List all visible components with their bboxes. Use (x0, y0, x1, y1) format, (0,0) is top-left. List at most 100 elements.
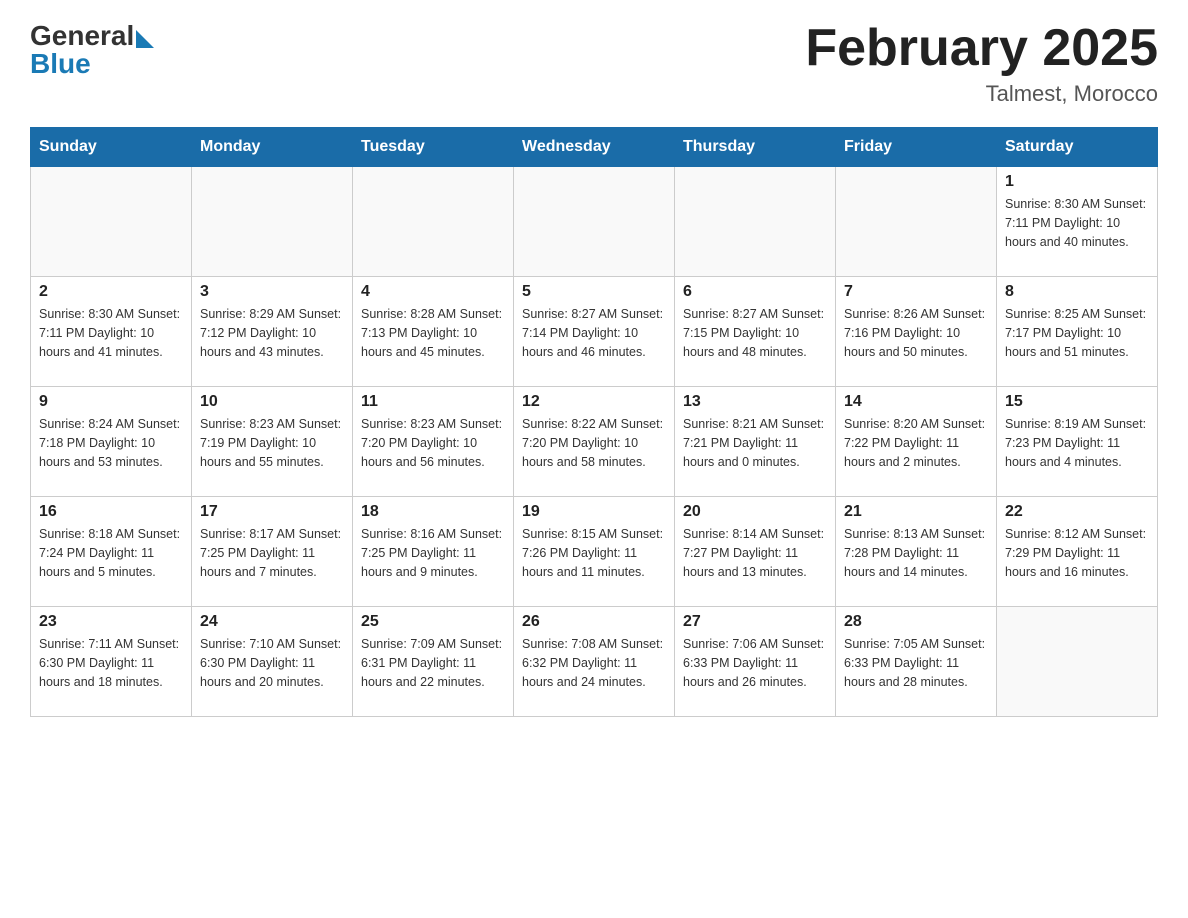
day-number: 5 (522, 283, 666, 301)
calendar-week-row: 9 Sunrise: 8:24 AM Sunset: 7:18 PM Daylig… (31, 387, 1158, 497)
calendar-week-row: 23 Sunrise: 7:11 AM Sunset: 6:30 PM Dayli… (31, 607, 1158, 717)
calendar-day-cell: 13Sunrise: 8:21 AM Sunset: 7:21 PM Dayli… (675, 387, 836, 497)
calendar-day-cell (675, 167, 836, 277)
calendar-day-cell: 21Sunrise: 8:13 AM Sunset: 7:28 PM Dayli… (836, 497, 997, 607)
calendar-day-cell (997, 607, 1158, 717)
logo-blue-text: Blue (30, 48, 91, 80)
day-info: Sunrise: 8:22 AM Sunset: 7:20 PM Dayligh… (522, 415, 666, 471)
day-number: 26 (522, 613, 666, 631)
day-info: Sunrise: 8:23 AM Sunset: 7:19 PM Dayligh… (200, 415, 344, 471)
logo-arrow-icon (136, 30, 154, 48)
day-number: 8 (1005, 283, 1149, 301)
calendar-day-cell: 16 Sunrise: 8:18 AM Sunset: 7:24 PM Dayli… (31, 497, 192, 607)
day-info: Sunrise: 8:19 AM Sunset: 7:23 PM Dayligh… (1005, 415, 1149, 471)
day-number: 1 (1005, 173, 1149, 191)
day-number: 10 (200, 393, 344, 411)
day-number: 20 (683, 503, 827, 521)
day-info: Sunrise: 8:20 AM Sunset: 7:22 PM Dayligh… (844, 415, 988, 471)
day-number: 3 (200, 283, 344, 301)
day-number: 11 (361, 393, 505, 411)
day-of-week-header: Tuesday (353, 128, 514, 167)
day-number: 7 (844, 283, 988, 301)
day-of-week-header: Monday (192, 128, 353, 167)
title-block: February 2025 Talmest, Morocco (805, 20, 1158, 107)
calendar-day-cell: 28 Sunrise: 7:05 AM Sunset: 6:33 PM Dayli… (836, 607, 997, 717)
calendar-day-cell: 5 Sunrise: 8:27 AM Sunset: 7:14 PM Daylig… (514, 277, 675, 387)
calendar-table: SundayMondayTuesdayWednesdayThursdayFrid… (30, 127, 1158, 717)
day-info: Sunrise: 8:27 AM Sunset: 7:14 PM Dayligh… (522, 305, 666, 361)
day-info: Sunrise: 7:05 AM Sunset: 6:33 PM Dayligh… (844, 635, 988, 691)
day-number: 12 (522, 393, 666, 411)
calendar-week-row: 2Sunrise: 8:30 AM Sunset: 7:11 PM Daylig… (31, 277, 1158, 387)
calendar-day-cell: 7Sunrise: 8:26 AM Sunset: 7:16 PM Daylig… (836, 277, 997, 387)
day-info: Sunrise: 7:06 AM Sunset: 6:33 PM Dayligh… (683, 635, 827, 691)
calendar-day-cell: 2Sunrise: 8:30 AM Sunset: 7:11 PM Daylig… (31, 277, 192, 387)
day-number: 19 (522, 503, 666, 521)
day-number: 15 (1005, 393, 1149, 411)
day-number: 24 (200, 613, 344, 631)
calendar-day-cell: 26Sunrise: 7:08 AM Sunset: 6:32 PM Dayli… (514, 607, 675, 717)
calendar-day-cell: 12 Sunrise: 8:22 AM Sunset: 7:20 PM Dayli… (514, 387, 675, 497)
calendar-day-cell: 3Sunrise: 8:29 AM Sunset: 7:12 PM Daylig… (192, 277, 353, 387)
day-number: 18 (361, 503, 505, 521)
calendar-day-cell: 4 Sunrise: 8:28 AM Sunset: 7:13 PM Daylig… (353, 277, 514, 387)
day-info: Sunrise: 8:21 AM Sunset: 7:21 PM Dayligh… (683, 415, 827, 471)
day-info: Sunrise: 8:13 AM Sunset: 7:28 PM Dayligh… (844, 525, 988, 581)
calendar-body: 1 Sunrise: 8:30 AM Sunset: 7:11 PM Daylig… (31, 167, 1158, 717)
day-number: 14 (844, 393, 988, 411)
calendar-day-cell: 25Sunrise: 7:09 AM Sunset: 6:31 PM Dayli… (353, 607, 514, 717)
day-of-week-header: Wednesday (514, 128, 675, 167)
day-number: 23 (39, 613, 183, 631)
calendar-day-cell (514, 167, 675, 277)
page-header: General Blue February 2025 Talmest, Moro… (30, 20, 1158, 107)
day-info: Sunrise: 8:25 AM Sunset: 7:17 PM Dayligh… (1005, 305, 1149, 361)
calendar-day-cell: 23 Sunrise: 7:11 AM Sunset: 6:30 PM Dayli… (31, 607, 192, 717)
calendar-title: February 2025 (805, 20, 1158, 77)
calendar-week-row: 16 Sunrise: 8:18 AM Sunset: 7:24 PM Dayli… (31, 497, 1158, 607)
day-info: Sunrise: 7:10 AM Sunset: 6:30 PM Dayligh… (200, 635, 344, 691)
calendar-day-cell (192, 167, 353, 277)
day-info: Sunrise: 8:18 AM Sunset: 7:24 PM Dayligh… (39, 525, 183, 581)
day-of-week-header: Sunday (31, 128, 192, 167)
calendar-day-cell: 24 Sunrise: 7:10 AM Sunset: 6:30 PM Dayli… (192, 607, 353, 717)
header-row: SundayMondayTuesdayWednesdayThursdayFrid… (31, 128, 1158, 167)
calendar-day-cell: 1 Sunrise: 8:30 AM Sunset: 7:11 PM Daylig… (997, 167, 1158, 277)
day-info: Sunrise: 8:15 AM Sunset: 7:26 PM Dayligh… (522, 525, 666, 581)
calendar-day-cell (353, 167, 514, 277)
calendar-header: SundayMondayTuesdayWednesdayThursdayFrid… (31, 128, 1158, 167)
day-number: 16 (39, 503, 183, 521)
day-number: 17 (200, 503, 344, 521)
day-info: Sunrise: 8:23 AM Sunset: 7:20 PM Dayligh… (361, 415, 505, 471)
day-number: 6 (683, 283, 827, 301)
calendar-day-cell: 18 Sunrise: 8:16 AM Sunset: 7:25 PM Dayli… (353, 497, 514, 607)
calendar-subtitle: Talmest, Morocco (805, 81, 1158, 107)
day-info: Sunrise: 7:11 AM Sunset: 6:30 PM Dayligh… (39, 635, 183, 691)
day-info: Sunrise: 8:30 AM Sunset: 7:11 PM Dayligh… (1005, 195, 1149, 251)
calendar-day-cell: 22Sunrise: 8:12 AM Sunset: 7:29 PM Dayli… (997, 497, 1158, 607)
calendar-day-cell: 9 Sunrise: 8:24 AM Sunset: 7:18 PM Daylig… (31, 387, 192, 497)
calendar-day-cell (836, 167, 997, 277)
day-info: Sunrise: 8:17 AM Sunset: 7:25 PM Dayligh… (200, 525, 344, 581)
calendar-day-cell: 10 Sunrise: 8:23 AM Sunset: 7:19 PM Dayli… (192, 387, 353, 497)
day-number: 2 (39, 283, 183, 301)
day-number: 4 (361, 283, 505, 301)
calendar-week-row: 1 Sunrise: 8:30 AM Sunset: 7:11 PM Daylig… (31, 167, 1158, 277)
day-info: Sunrise: 8:24 AM Sunset: 7:18 PM Dayligh… (39, 415, 183, 471)
day-info: Sunrise: 8:16 AM Sunset: 7:25 PM Dayligh… (361, 525, 505, 581)
calendar-day-cell: 20 Sunrise: 8:14 AM Sunset: 7:27 PM Dayli… (675, 497, 836, 607)
calendar-day-cell: 15 Sunrise: 8:19 AM Sunset: 7:23 PM Dayli… (997, 387, 1158, 497)
day-info: Sunrise: 7:09 AM Sunset: 6:31 PM Dayligh… (361, 635, 505, 691)
day-number: 9 (39, 393, 183, 411)
calendar-day-cell (31, 167, 192, 277)
calendar-day-cell: 6 Sunrise: 8:27 AM Sunset: 7:15 PM Daylig… (675, 277, 836, 387)
day-number: 22 (1005, 503, 1149, 521)
day-info: Sunrise: 8:27 AM Sunset: 7:15 PM Dayligh… (683, 305, 827, 361)
day-of-week-header: Thursday (675, 128, 836, 167)
day-info: Sunrise: 8:28 AM Sunset: 7:13 PM Dayligh… (361, 305, 505, 361)
day-of-week-header: Friday (836, 128, 997, 167)
calendar-day-cell: 19 Sunrise: 8:15 AM Sunset: 7:26 PM Dayli… (514, 497, 675, 607)
day-info: Sunrise: 8:14 AM Sunset: 7:27 PM Dayligh… (683, 525, 827, 581)
calendar-day-cell: 27 Sunrise: 7:06 AM Sunset: 6:33 PM Dayli… (675, 607, 836, 717)
day-number: 28 (844, 613, 988, 631)
day-number: 27 (683, 613, 827, 631)
